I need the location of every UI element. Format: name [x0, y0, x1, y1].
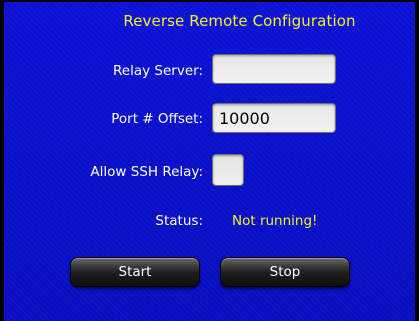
port-offset-label: Port # Offset: — [111, 111, 203, 127]
status-label: Status: — [155, 213, 203, 229]
allow-ssh-relay-checkbox[interactable] — [212, 154, 244, 186]
allow-ssh-relay-label: Allow SSH Relay: — [90, 164, 203, 180]
relay-server-label: Relay Server: — [113, 63, 203, 79]
page-title: Reverse Remote Configuration — [123, 12, 356, 30]
status-value: Not running! — [232, 213, 318, 229]
start-button[interactable]: Start — [70, 257, 200, 287]
port-offset-input[interactable]: 10000 — [212, 103, 336, 133]
stop-button[interactable]: Stop — [220, 257, 350, 287]
config-panel: Reverse Remote Configuration Relay Serve… — [0, 0, 419, 321]
relay-server-input[interactable] — [212, 54, 336, 84]
